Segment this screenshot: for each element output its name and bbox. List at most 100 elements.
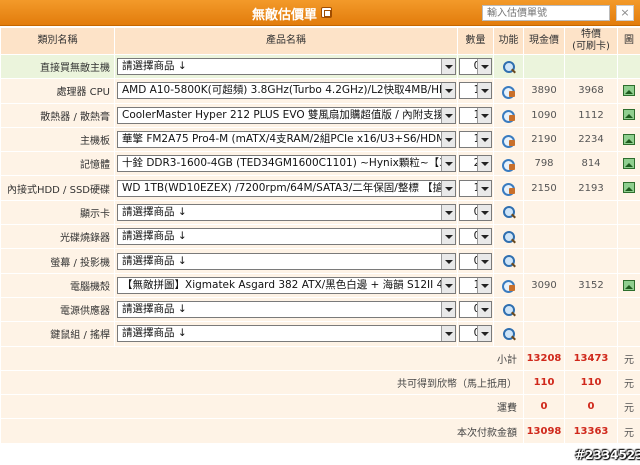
chevron-down-icon[interactable] [477,156,491,172]
qty-select[interactable]: 1 [459,106,492,124]
func-cell [493,272,524,298]
search-icon[interactable] [502,230,516,244]
table-row: 顯示卡請選擇商品 ↓ 0 [0,199,640,226]
chevron-down-icon[interactable] [477,302,491,318]
product-picture-icon[interactable] [623,279,635,291]
qty-select[interactable]: 1 [459,131,492,149]
cash-price: 2190 [523,126,565,153]
product-select[interactable]: 十銓 DDR3-1600-4GB (TED34GM1600C1101) ~Hyn… [117,155,456,173]
special-price: 2234 [564,126,618,153]
qty-select[interactable]: 2 [459,155,492,173]
qty-select[interactable]: 0 [459,58,492,76]
chevron-down-icon[interactable] [441,132,455,148]
config-icon[interactable] [501,108,516,124]
config-icon[interactable] [501,133,516,148]
chevron-down-icon[interactable] [441,229,455,245]
chevron-down-icon[interactable] [477,326,491,342]
search-icon[interactable] [502,303,516,317]
category-label: 主機板 [0,126,115,153]
chevron-down-icon[interactable] [441,302,455,318]
table-row: 光碟燒錄器請選擇商品 ↓ 0 [0,224,640,250]
currency-unit: 元 [617,418,640,444]
product-select[interactable]: CoolerMaster Hyper 212 PLUS EVO 雙風扇加購超值版… [117,106,456,124]
func-cell [493,126,524,153]
title-bar: 無敵估價單 × [0,0,640,26]
special-price [564,321,618,347]
category-label: 記憶體 [0,151,115,177]
qty-select[interactable]: 1 [459,276,492,294]
cash-price [523,248,565,274]
chevron-down-icon[interactable] [477,204,491,220]
qty-select[interactable]: 0 [459,301,492,319]
special-price [564,53,618,80]
chevron-down-icon[interactable] [441,326,455,342]
popup-window-icon[interactable] [321,7,332,18]
product-select-value: WD 1TB(WD10EZEX) /7200rpm/64M/SATA3/二年保固… [122,181,454,194]
cash-price [523,321,565,347]
config-icon[interactable] [501,181,516,197]
chevron-down-icon[interactable] [477,107,491,123]
product-select-value: AMD A10-5800K(可超頻) 3.8GHz(Turbo 4.2GHz)/… [122,84,456,97]
product-select[interactable]: 請選擇商品 ↓ [117,301,456,319]
chevron-down-icon[interactable] [477,229,491,245]
close-icon[interactable]: × [616,5,634,21]
product-picture-icon[interactable] [623,85,635,97]
product-cell: 請選擇商品 ↓ [114,224,458,250]
chevron-down-icon[interactable] [441,204,455,220]
product-select[interactable]: 請選擇商品 ↓ [117,252,456,270]
config-icon[interactable] [501,84,516,99]
config-icon[interactable] [501,278,516,294]
category-label: 散熱器 / 散熱膏 [0,102,115,128]
product-picture-icon[interactable] [623,109,635,121]
product-select[interactable]: WD 1TB(WD10EZEX) /7200rpm/64M/SATA3/二年保固… [117,179,456,197]
col-header-func: 功能 [493,27,524,55]
chevron-down-icon[interactable] [441,180,455,196]
currency-unit: 元 [617,345,640,371]
qty-select[interactable]: 0 [459,203,492,221]
chevron-down-icon[interactable] [477,180,491,196]
search-icon[interactable] [502,60,516,74]
quote-number-input[interactable] [482,5,610,21]
product-select[interactable]: 請選擇商品 ↓ [117,203,456,221]
product-picture-icon[interactable] [623,182,635,194]
watermark: #2334523 [575,448,640,462]
img-cell [617,321,640,347]
product-select[interactable]: 【無敵拼圖】Xigmatek Asgard 382 ATX/黑色白邊 + 海韻 … [117,276,456,294]
chevron-down-icon[interactable] [441,83,455,99]
product-select[interactable]: AMD A10-5800K(可超頻) 3.8GHz(Turbo 4.2GHz)/… [117,82,456,100]
search-icon[interactable] [502,205,516,219]
special-price: 3152 [564,272,618,298]
product-select[interactable]: 請選擇商品 ↓ [117,325,456,343]
qty-select[interactable]: 0 [459,325,492,343]
product-picture-icon[interactable] [623,158,635,170]
search-icon[interactable] [502,327,516,341]
func-cell [493,224,524,250]
chevron-down-icon[interactable] [477,59,491,75]
chevron-down-icon[interactable] [441,156,455,172]
search-icon[interactable] [502,254,516,268]
product-select[interactable]: 華擎 FM2A75 Pro4-M (mATX/4支RAM/2組PCIe x16/… [117,131,456,149]
config-icon[interactable] [501,157,516,172]
func-cell [493,175,524,201]
qty-select[interactable]: 0 [459,252,492,270]
chevron-down-icon[interactable] [441,59,455,75]
chevron-down-icon[interactable] [441,253,455,269]
qty-cell: 2 [457,151,494,177]
qty-select[interactable]: 0 [459,228,492,246]
chevron-down-icon[interactable] [477,253,491,269]
product-select[interactable]: 請選擇商品 ↓ [117,58,456,76]
product-select-value: CoolerMaster Hyper 212 PLUS EVO 雙風扇加購超值版… [122,108,455,121]
product-select-value: 請選擇商品 ↓ [122,60,187,73]
product-picture-icon[interactable] [623,133,635,145]
product-select-value: 請選擇商品 ↓ [122,230,187,243]
qty-select[interactable]: 1 [459,82,492,100]
chevron-down-icon[interactable] [477,132,491,148]
summary-special: 110 [564,369,618,396]
chevron-down-icon[interactable] [477,277,491,293]
table-row: 電腦機殼 【無敵拼圖】Xigmatek Asgard 382 ATX/黑色白邊 +… [0,272,640,298]
qty-select[interactable]: 1 [459,179,492,197]
chevron-down-icon[interactable] [441,277,455,293]
chevron-down-icon[interactable] [441,107,455,123]
product-select[interactable]: 請選擇商品 ↓ [117,228,456,246]
chevron-down-icon[interactable] [477,83,491,99]
